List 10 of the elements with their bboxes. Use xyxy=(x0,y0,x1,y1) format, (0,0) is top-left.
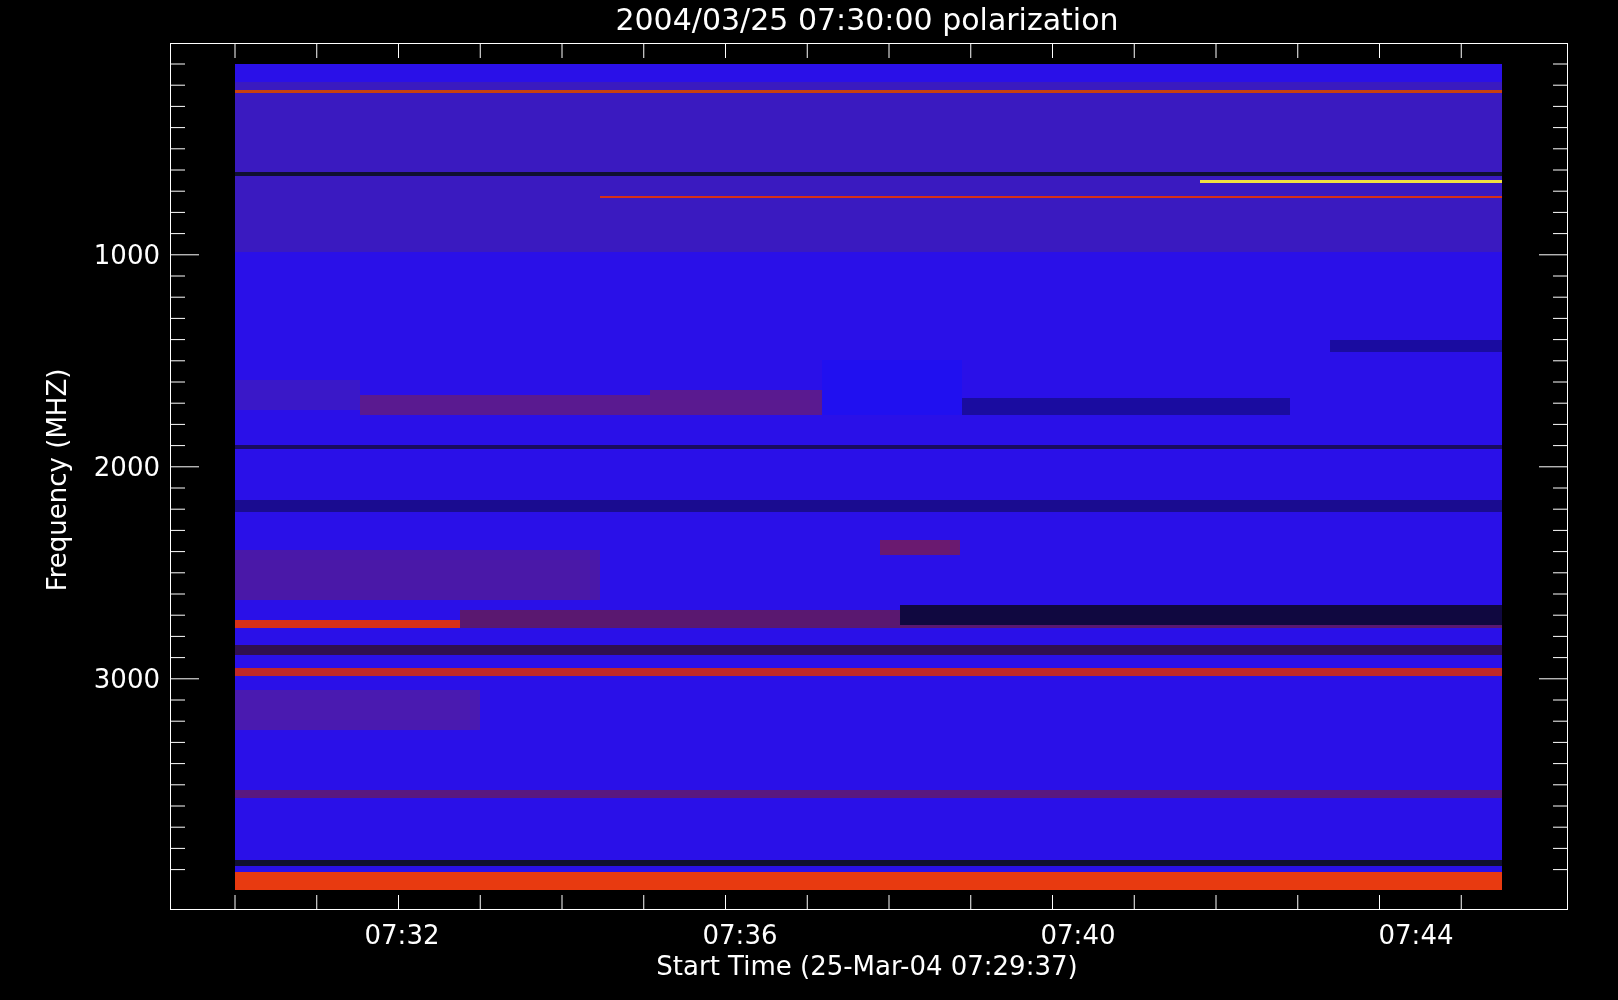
axis-title: Frequency (MHZ) xyxy=(42,368,72,592)
axis-tick-label: 07:36 xyxy=(702,920,778,950)
axis-tick-label: 1000 xyxy=(93,240,160,270)
axis-tick-label: 07:32 xyxy=(364,920,440,950)
chart-title: 2004/03/25 07:30:00 polarization xyxy=(615,2,1119,37)
axis-tick-label: 07:44 xyxy=(1378,920,1454,950)
axis-tick-label: 3000 xyxy=(93,664,160,694)
axis-tick-label: 2000 xyxy=(93,452,160,482)
axis-tick-label: 07:40 xyxy=(1040,920,1116,950)
axis-title: Start Time (25-Mar-04 07:29:37) xyxy=(656,951,1078,981)
